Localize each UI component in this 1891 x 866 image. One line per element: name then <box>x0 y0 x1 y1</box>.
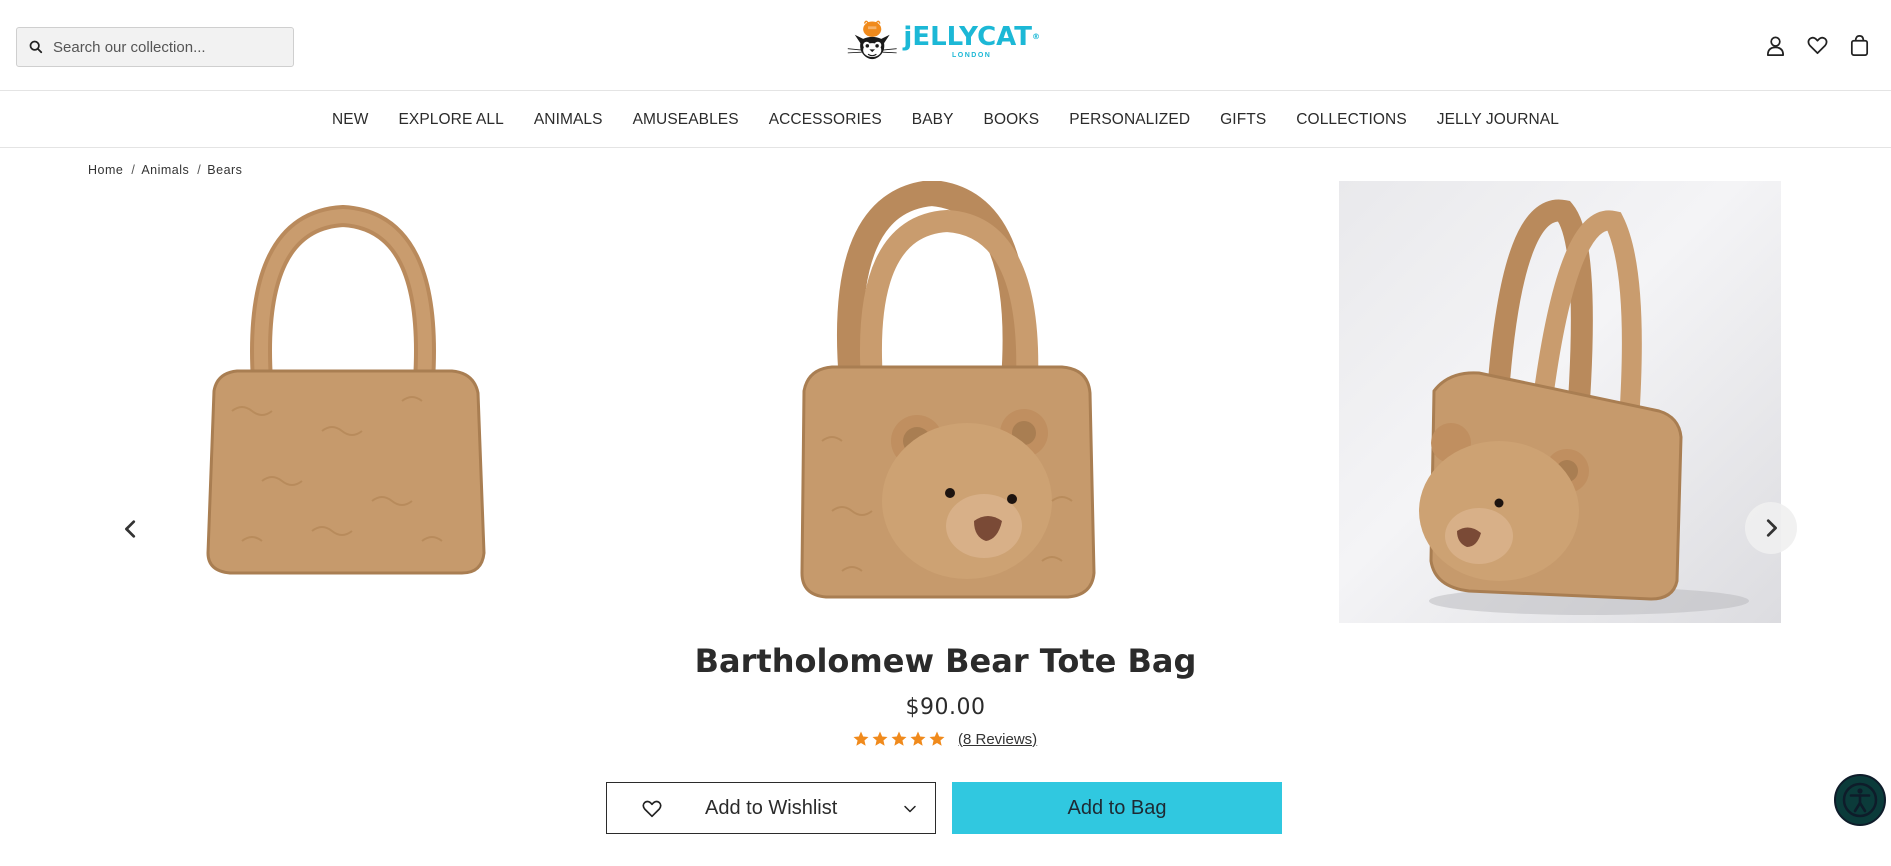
add-to-bag-button[interactable]: Add to Bag <box>952 782 1282 834</box>
shopping-bag-icon <box>1850 34 1868 56</box>
breadcrumb-animals[interactable]: Animals <box>141 163 189 177</box>
cat-logo-icon <box>847 20 897 60</box>
account-button[interactable] <box>1763 33 1787 57</box>
search-icon <box>29 40 43 54</box>
product-image-front[interactable] <box>722 181 1164 623</box>
logo-registered-mark: ® <box>1032 31 1040 41</box>
breadcrumb-bears[interactable]: Bears <box>207 163 242 177</box>
nav-item-explore-all[interactable]: EXPLORE ALL <box>383 111 518 129</box>
heart-icon <box>642 800 662 818</box>
search-input[interactable] <box>53 38 283 56</box>
nav-item-amuseables[interactable]: AMUSEABLES <box>618 111 754 129</box>
star-icon <box>872 731 888 746</box>
site-header: jELLYCAT® LONDON <box>0 0 1891 91</box>
wishlist-label: Add to Wishlist <box>705 797 838 819</box>
nav-item-personalized[interactable]: PERSONALIZED <box>1054 111 1205 129</box>
star-icon <box>910 731 926 746</box>
header-actions <box>1763 33 1871 57</box>
wishlist-button[interactable] <box>1805 33 1829 57</box>
cart-button[interactable] <box>1847 33 1871 57</box>
product-price: $90.00 <box>905 695 986 720</box>
breadcrumb-separator: / <box>131 163 136 177</box>
breadcrumb-home[interactable]: Home <box>88 163 123 177</box>
add-to-wishlist-button[interactable]: Add to Wishlist <box>606 782 936 834</box>
jellycat-logo[interactable]: jELLYCAT® LONDON <box>845 10 1040 72</box>
logo-brand-text: jELLYCAT <box>903 21 1032 52</box>
chevron-down-icon[interactable] <box>903 802 917 816</box>
product-image-angle[interactable] <box>1339 181 1781 623</box>
bear-tote-front-image <box>800 181 1096 599</box>
reviews-link[interactable]: (8 Reviews) <box>958 731 1037 748</box>
nav-item-accessories[interactable]: ACCESSORIES <box>754 111 897 129</box>
nav-item-new[interactable]: NEW <box>317 111 383 129</box>
breadcrumb-separator: / <box>197 163 202 177</box>
nav-item-books[interactable]: BOOKS <box>969 111 1055 129</box>
product-gallery <box>0 181 1891 623</box>
main-nav: NEW EXPLORE ALL ANIMALS AMUSEABLES ACCES… <box>0 92 1891 148</box>
nav-item-baby[interactable]: BABY <box>897 111 969 129</box>
star-icon <box>891 731 907 746</box>
nav-item-animals[interactable]: ANIMALS <box>519 111 618 129</box>
wishlist-heart-icon <box>1807 36 1827 54</box>
bear-tote-back-image <box>206 204 486 575</box>
breadcrumb: Home / Animals / Bears <box>88 163 242 177</box>
gallery-prev-button[interactable] <box>105 503 157 555</box>
chevron-left-icon <box>125 520 136 538</box>
bear-tote-angle-image <box>1419 199 1749 615</box>
product-rating: (8 Reviews) <box>852 730 1037 748</box>
account-icon <box>1766 35 1784 56</box>
chevron-right-icon <box>1766 519 1777 537</box>
star-icon <box>853 731 869 746</box>
nav-item-collections[interactable]: COLLECTIONS <box>1281 111 1422 129</box>
nav-item-jelly-journal[interactable]: JELLY JOURNAL <box>1422 111 1574 129</box>
nav-item-gifts[interactable]: GIFTS <box>1205 111 1281 129</box>
search-box[interactable] <box>16 27 294 67</box>
logo-city-text: LONDON <box>952 51 992 59</box>
accessibility-button[interactable] <box>1834 774 1886 826</box>
product-title: Bartholomew Bear Tote Bag <box>694 642 1197 680</box>
star-icon <box>929 731 945 746</box>
product-image-back[interactable] <box>122 181 564 623</box>
rating-stars <box>852 730 946 748</box>
gallery-next-button[interactable] <box>1745 502 1797 554</box>
accessibility-icon <box>1842 782 1878 818</box>
